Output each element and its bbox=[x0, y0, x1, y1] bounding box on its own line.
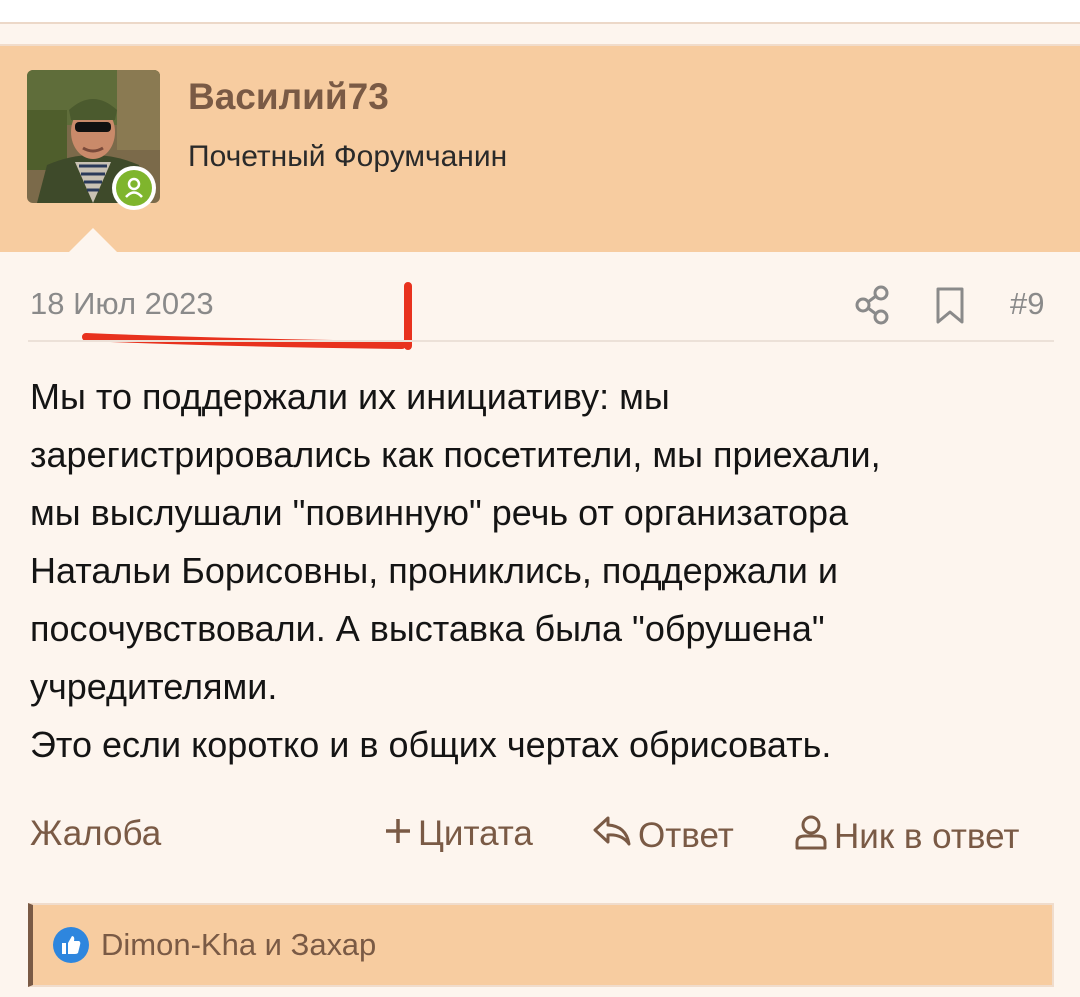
report-button[interactable]: Жалоба bbox=[30, 814, 161, 854]
reactions-text[interactable]: Dimon-Kha и Захар bbox=[101, 927, 376, 963]
quote-button[interactable]: Цитата bbox=[384, 814, 533, 854]
mention-label: Ник в ответ bbox=[834, 816, 1020, 856]
post-body-line: Это если коротко и в общих чертах обрисо… bbox=[30, 724, 832, 765]
reply-button[interactable]: Ответ bbox=[592, 814, 734, 857]
post-body-line: Натальи Борисовны, прониклись, поддержал… bbox=[30, 550, 838, 591]
quote-label: Цитата bbox=[418, 814, 533, 853]
reply-arrow-icon bbox=[592, 814, 632, 857]
plus-icon bbox=[384, 814, 412, 854]
post-body-line: учредителями. bbox=[30, 666, 278, 707]
share-icon[interactable] bbox=[854, 285, 892, 330]
username[interactable]: Василий73 bbox=[188, 76, 389, 118]
post-body-line: зарегистрировались как посетители, мы пр… bbox=[30, 434, 881, 475]
user-title: Почетный Форумчанин bbox=[188, 140, 508, 173]
mention-button[interactable]: Ник в ответ bbox=[794, 814, 1019, 859]
report-label: Жалоба bbox=[30, 814, 162, 853]
post-body-line: Мы то поддержали их инициативу: мы bbox=[30, 376, 670, 417]
reactions-bar[interactable]: Dimon-Kha и Захар bbox=[28, 903, 1054, 987]
user-header bbox=[0, 44, 1080, 252]
post-body-line: посочувствовали. А выставка была "обруше… bbox=[30, 608, 825, 649]
post-gap bbox=[0, 24, 1080, 44]
online-user-icon bbox=[116, 170, 152, 206]
online-status-badge bbox=[112, 166, 156, 210]
divider bbox=[28, 340, 1054, 342]
post-number[interactable]: #9 bbox=[1010, 286, 1044, 322]
bookmark-icon[interactable] bbox=[934, 286, 966, 331]
top-strip bbox=[0, 0, 1080, 24]
post-body-line: мы выслушали "повинную" речь от организа… bbox=[30, 492, 849, 533]
user-icon bbox=[794, 814, 828, 859]
reply-label: Ответ bbox=[638, 815, 734, 855]
post-body: Мы то поддержали их инициативу: мы зарег… bbox=[30, 368, 1060, 774]
header-arrow bbox=[68, 228, 118, 253]
thumbs-up-icon bbox=[53, 927, 89, 963]
